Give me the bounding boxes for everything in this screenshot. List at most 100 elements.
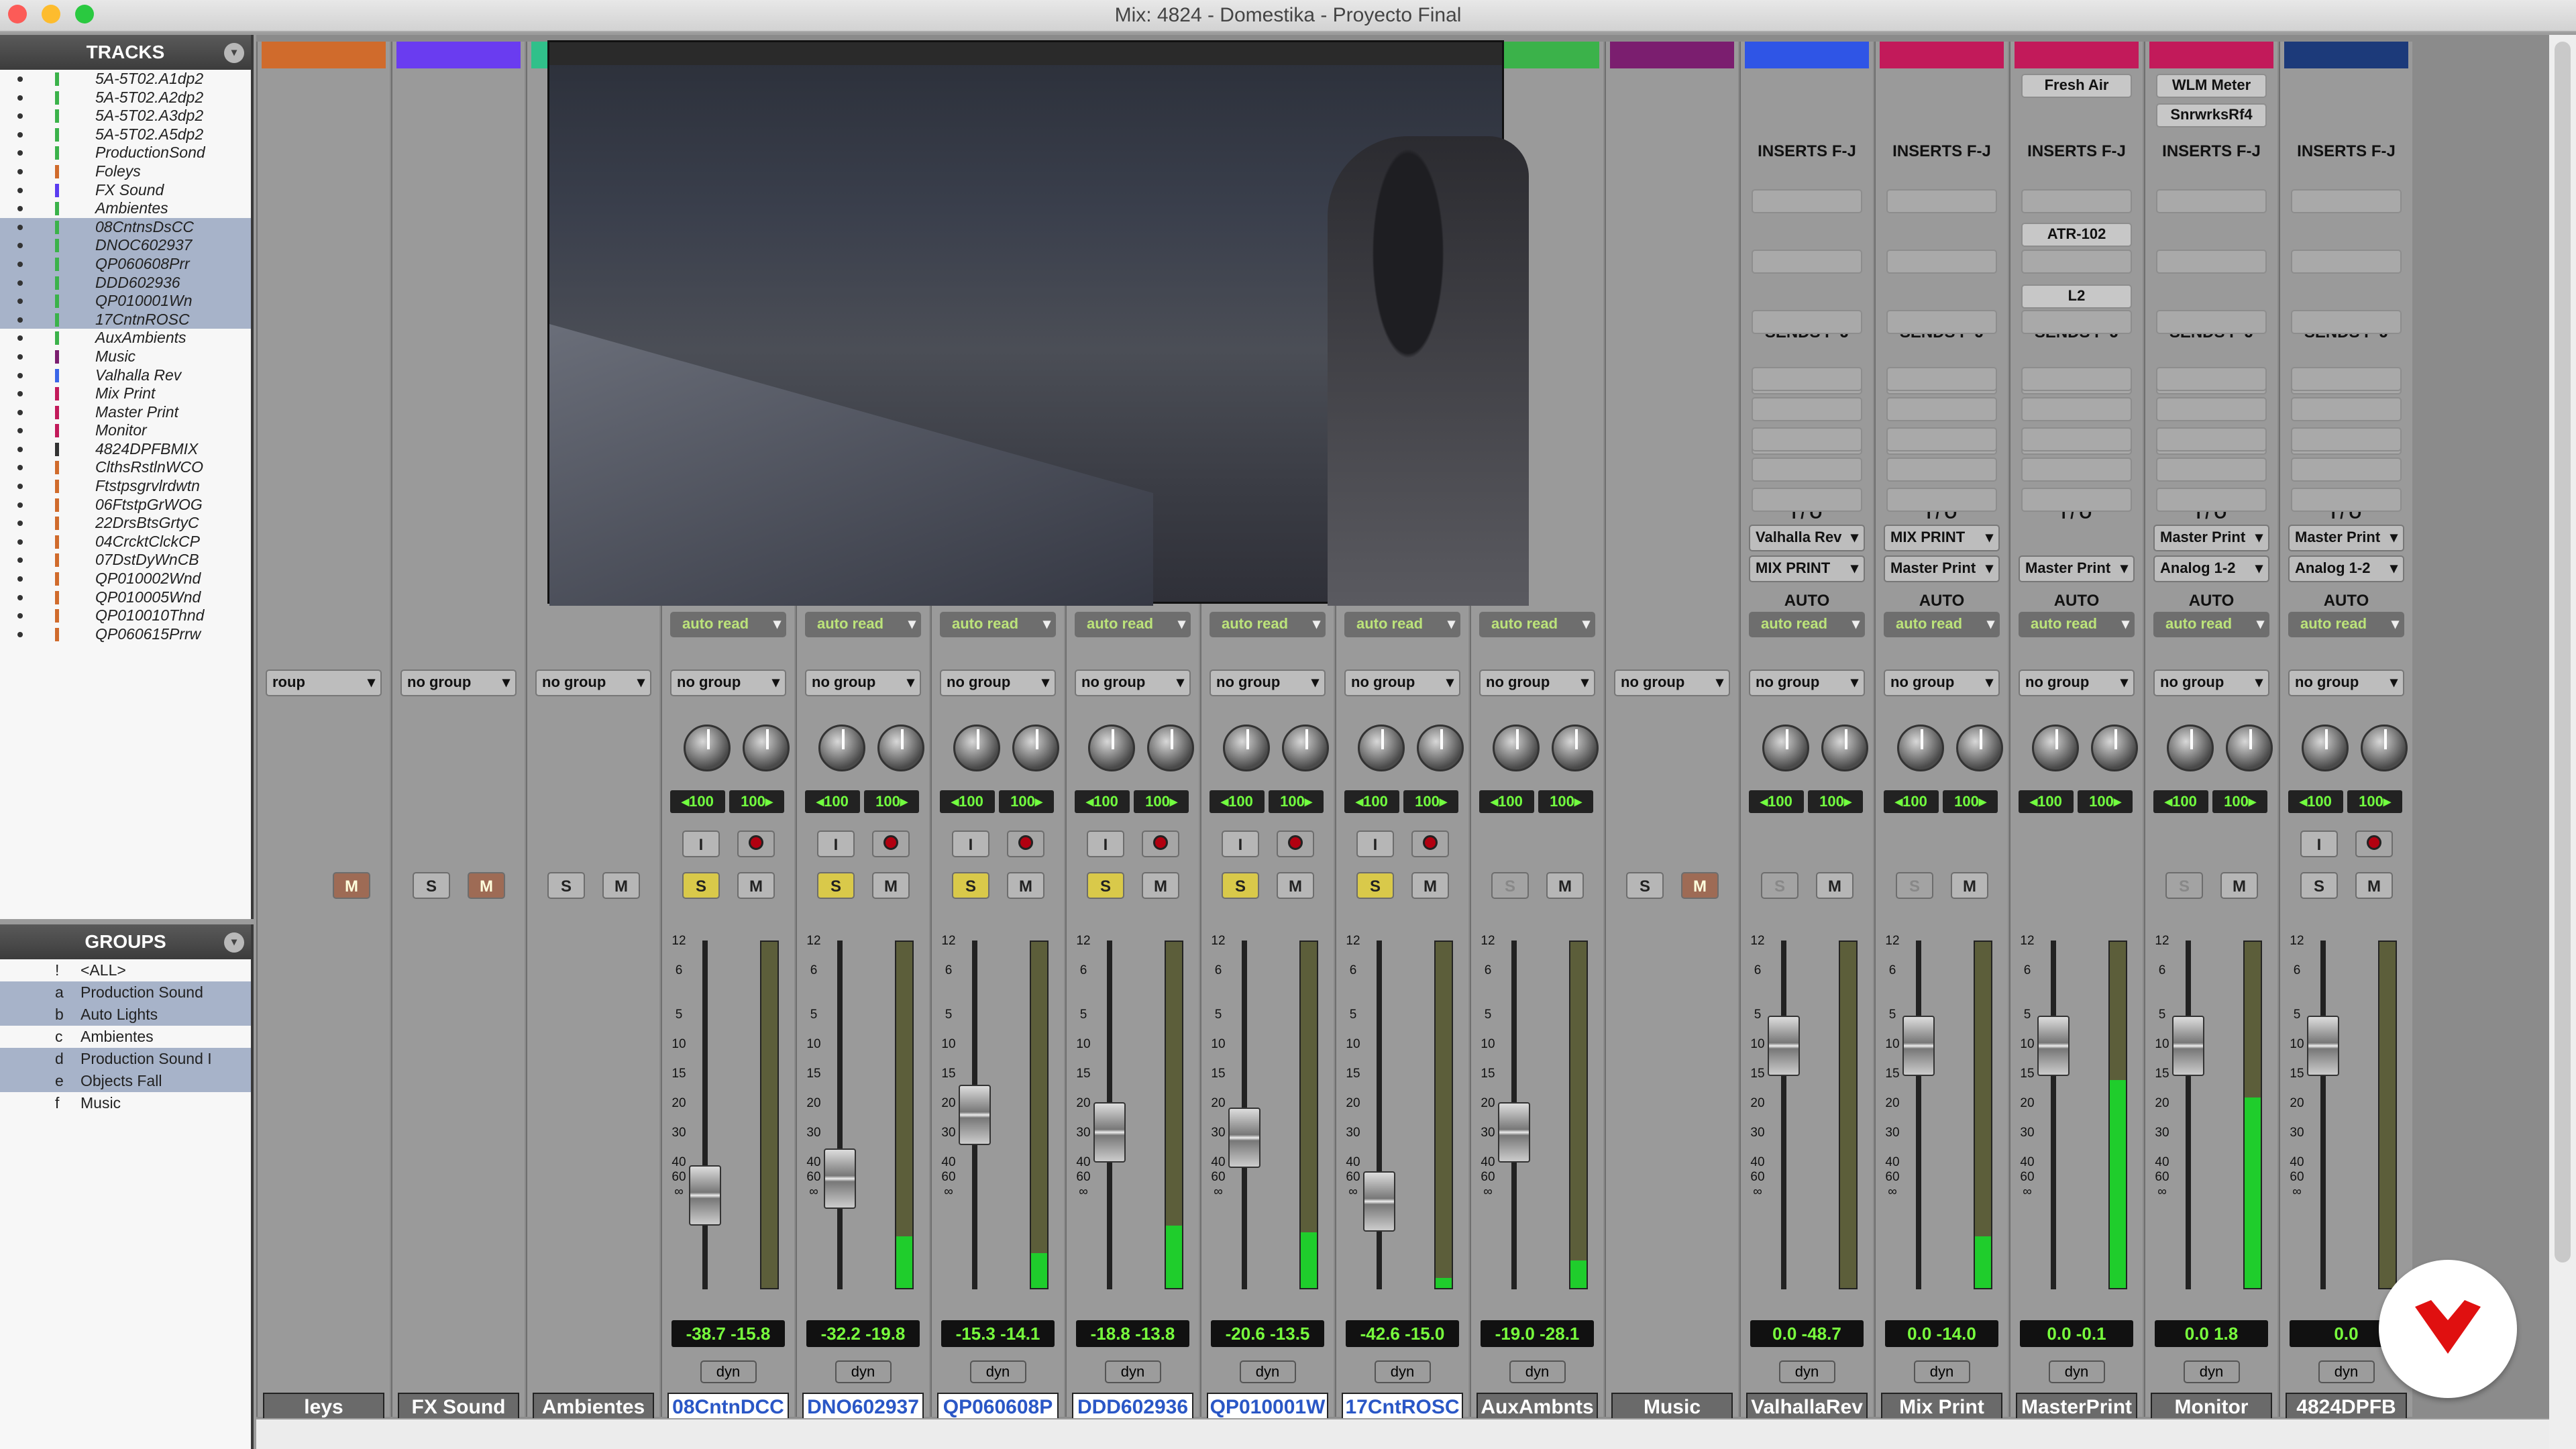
- send-slot[interactable]: [1752, 367, 1862, 391]
- volume-fader[interactable]: [1768, 1015, 1800, 1076]
- track-visibility-dot[interactable]: [17, 484, 23, 490]
- track-list-item[interactable]: QP010001Wn: [0, 292, 251, 311]
- automation-mode[interactable]: auto read: [1210, 612, 1326, 637]
- track-visibility-dot[interactable]: [17, 557, 23, 564]
- input-monitor-button[interactable]: I: [1222, 830, 1259, 857]
- groups-menu-icon[interactable]: ▾: [224, 932, 244, 953]
- record-arm-button[interactable]: [1142, 830, 1179, 857]
- send-slot[interactable]: [1886, 488, 1997, 512]
- insert-slot[interactable]: [1752, 250, 1862, 274]
- automation-mode[interactable]: auto read: [2288, 612, 2404, 637]
- track-list-item[interactable]: 22DrsBtsGrtyC: [0, 514, 251, 533]
- solo-button[interactable]: S: [682, 872, 720, 899]
- mute-button[interactable]: M: [2355, 872, 2393, 899]
- track-visibility-dot[interactable]: [17, 150, 23, 156]
- dyn-button[interactable]: dyn: [700, 1360, 757, 1383]
- pan-knob-right[interactable]: [1956, 724, 2003, 771]
- dyn-button[interactable]: dyn: [1778, 1360, 1835, 1383]
- horizontal-scrollbar[interactable]: [256, 1419, 2549, 1449]
- volume-fader[interactable]: [2307, 1015, 2339, 1076]
- track-visibility-dot[interactable]: [17, 206, 23, 212]
- input-monitor-button[interactable]: I: [1087, 830, 1124, 857]
- insert-slot[interactable]: [2291, 310, 2402, 334]
- pan-knob-right[interactable]: [877, 724, 924, 771]
- track-list-item[interactable]: QP010010Thnd: [0, 606, 251, 625]
- volume-fader[interactable]: [1363, 1171, 1395, 1232]
- group-selector[interactable]: no group: [2288, 669, 2404, 696]
- track-name-plate[interactable]: Mix Print: [1881, 1393, 2002, 1418]
- track-list-item[interactable]: 5A-5T02.A5dp2: [0, 125, 251, 144]
- track-list-item[interactable]: Monitor: [0, 421, 251, 440]
- group-selector[interactable]: no group: [1210, 669, 1326, 696]
- input-monitor-button[interactable]: I: [1356, 830, 1394, 857]
- output-selector[interactable]: MIX PRINT: [1884, 525, 2000, 551]
- send-slot[interactable]: [1886, 458, 1997, 482]
- insert-slot[interactable]: [1886, 189, 1997, 213]
- mute-button[interactable]: M: [2220, 872, 2258, 899]
- group-selector[interactable]: no group: [400, 669, 517, 696]
- track-list-item[interactable]: 07DstDyWnCB: [0, 551, 251, 570]
- track-list-item[interactable]: FX Sound: [0, 181, 251, 200]
- send-slot[interactable]: [2156, 397, 2267, 421]
- solo-button[interactable]: S: [1626, 872, 1664, 899]
- track-visibility-dot[interactable]: [17, 243, 23, 249]
- send-slot[interactable]: [2291, 367, 2402, 391]
- volume-fader[interactable]: [824, 1148, 856, 1209]
- dyn-button[interactable]: dyn: [1374, 1360, 1431, 1383]
- mute-button[interactable]: M: [1546, 872, 1584, 899]
- track-name-plate[interactable]: leys: [263, 1393, 384, 1418]
- video-window[interactable]: [547, 40, 1529, 606]
- automation-mode[interactable]: auto read: [805, 612, 921, 637]
- dyn-button[interactable]: dyn: [2183, 1360, 2240, 1383]
- pan-knob-left[interactable]: [953, 724, 1000, 771]
- track-name-plate[interactable]: DDD602936: [1072, 1393, 1193, 1418]
- input-selector[interactable]: Master Print: [1884, 555, 2000, 582]
- solo-button[interactable]: S: [817, 872, 855, 899]
- solo-button[interactable]: S: [1761, 872, 1799, 899]
- input-monitor-button[interactable]: I: [817, 830, 855, 857]
- send-slot[interactable]: [1752, 488, 1862, 512]
- pan-knob-left[interactable]: [1762, 724, 1809, 771]
- dyn-button[interactable]: dyn: [1509, 1360, 1566, 1383]
- volume-fader[interactable]: [2172, 1015, 2204, 1076]
- track-list-item[interactable]: ClthsRstlnWCO: [0, 458, 251, 477]
- insert-plugin[interactable]: L2: [2021, 284, 2132, 309]
- vertical-scrollbar[interactable]: [2549, 35, 2576, 1449]
- track-name-plate[interactable]: Ambientes: [533, 1393, 654, 1418]
- track-list-item[interactable]: Mix Print: [0, 384, 251, 403]
- solo-button[interactable]: S: [1087, 872, 1124, 899]
- insert-slot[interactable]: [2021, 310, 2132, 334]
- track-list-item[interactable]: 17CntnROSC: [0, 310, 251, 329]
- automation-mode[interactable]: auto read: [2019, 612, 2135, 637]
- track-name-plate[interactable]: Music: [1611, 1393, 1733, 1418]
- group-selector[interactable]: no group: [670, 669, 786, 696]
- pan-knob-right[interactable]: [1282, 724, 1329, 771]
- track-list-item[interactable]: QP010005Wnd: [0, 588, 251, 607]
- pan-knob-left[interactable]: [818, 724, 865, 771]
- track-visibility-dot[interactable]: [17, 428, 23, 434]
- mute-button[interactable]: M: [1681, 872, 1719, 899]
- insert-slot[interactable]: [2021, 250, 2132, 274]
- track-list-item[interactable]: AuxAmbients: [0, 329, 251, 347]
- output-selector[interactable]: Master Print: [2153, 525, 2269, 551]
- mute-button[interactable]: M: [333, 872, 370, 899]
- group-selector[interactable]: no group: [805, 669, 921, 696]
- pan-knob-left[interactable]: [1493, 724, 1540, 771]
- track-name-plate[interactable]: AuxAmbnts: [1477, 1393, 1598, 1418]
- insert-slot[interactable]: [1752, 189, 1862, 213]
- send-slot[interactable]: [2021, 488, 2132, 512]
- mute-button[interactable]: M: [468, 872, 505, 899]
- solo-button[interactable]: S: [413, 872, 450, 899]
- track-name-plate[interactable]: 4824DPFB: [2286, 1393, 2407, 1418]
- insert-slot[interactable]: [2156, 250, 2267, 274]
- send-slot[interactable]: [2021, 367, 2132, 391]
- send-slot[interactable]: [2021, 427, 2132, 451]
- group-list-item[interactable]: a Production Sound: [0, 981, 251, 1004]
- pan-knob-left[interactable]: [2167, 724, 2214, 771]
- insert-slot[interactable]: [1886, 250, 1997, 274]
- group-selector[interactable]: no group: [1075, 669, 1191, 696]
- track-list-item[interactable]: QP010002Wnd: [0, 570, 251, 588]
- automation-mode[interactable]: auto read: [1884, 612, 2000, 637]
- send-slot[interactable]: [1752, 397, 1862, 421]
- track-visibility-dot[interactable]: [17, 594, 23, 600]
